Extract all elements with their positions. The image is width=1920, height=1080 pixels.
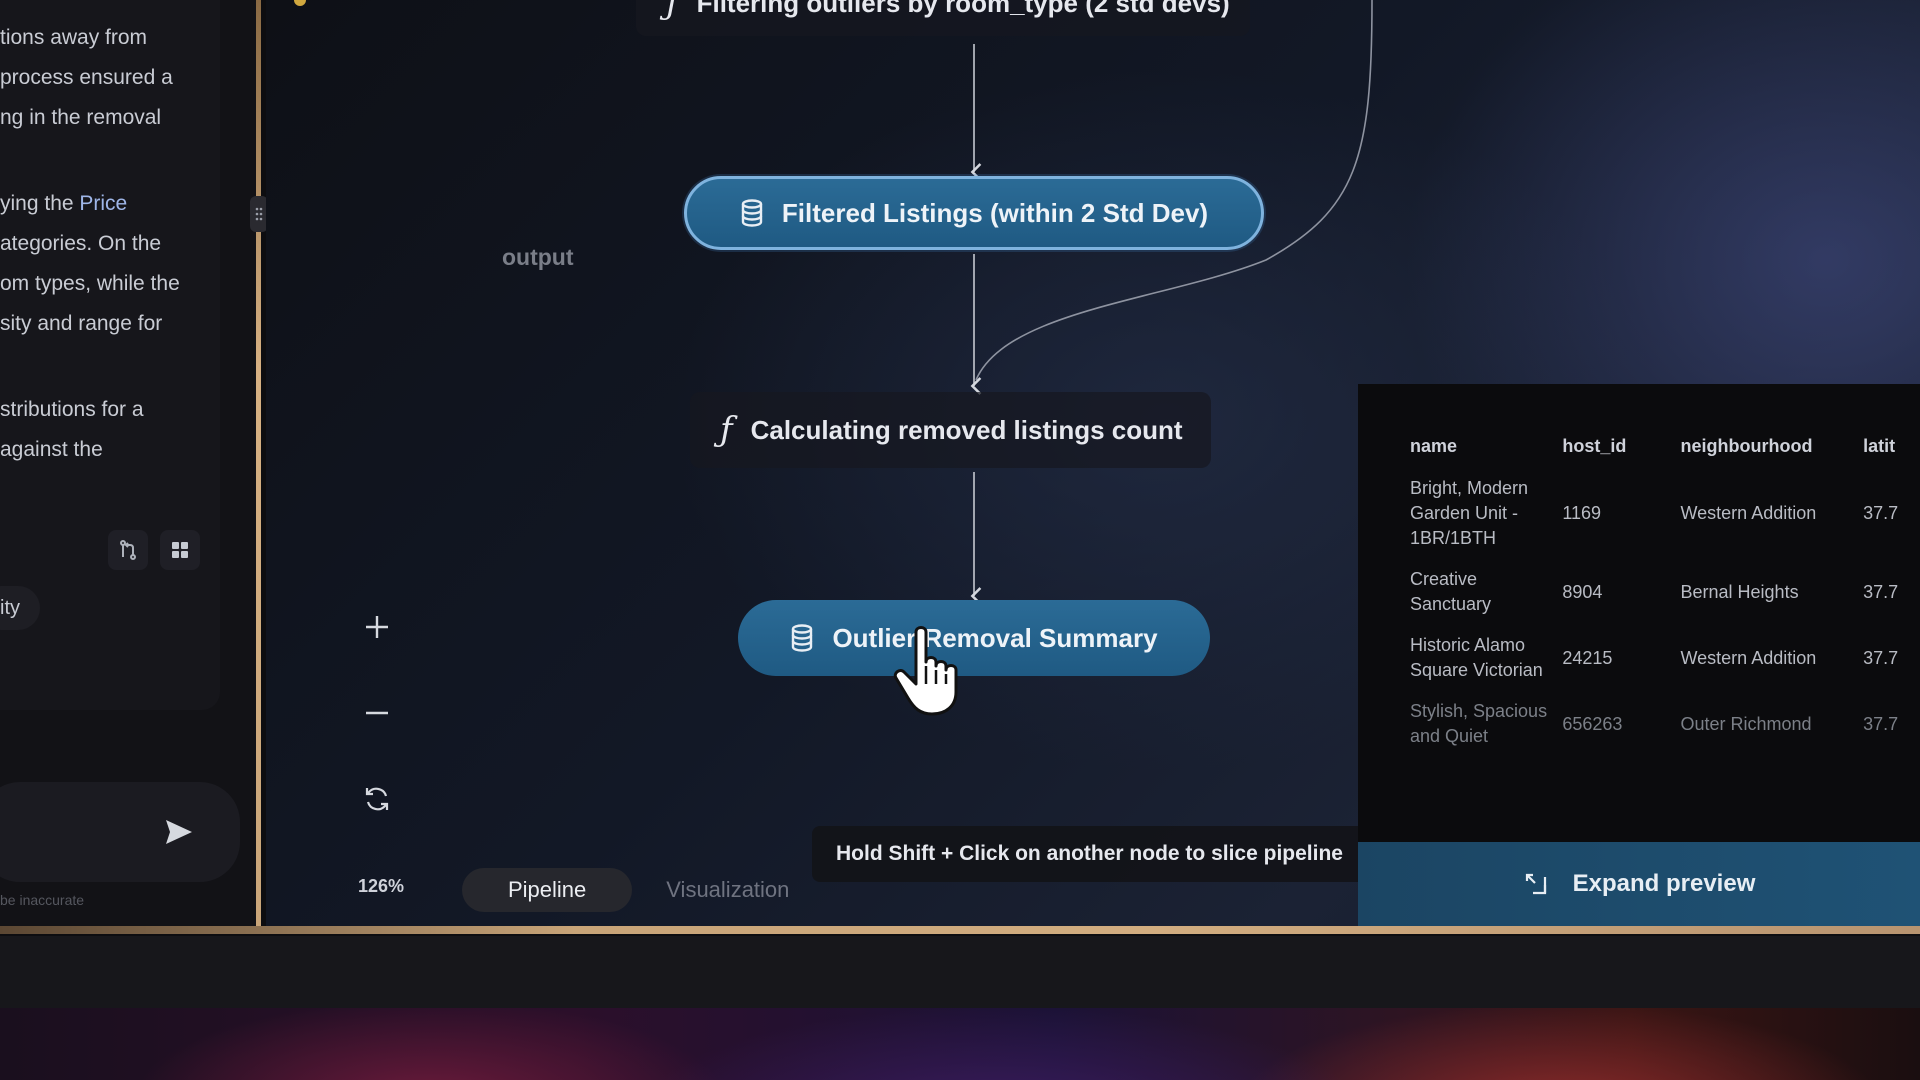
chat-line: ng in the removal (0, 106, 162, 129)
cell-name: Historic Alamo Square Victorian (1410, 635, 1543, 680)
database-icon (741, 199, 763, 227)
disclaimer-text: be inaccurate (0, 892, 85, 908)
column-header-latitude[interactable]: latit (1863, 424, 1920, 468)
view-tabs: Pipeline Visualization (462, 868, 799, 912)
data-node-outlier-summary[interactable]: Outlier Removal Summary (738, 600, 1210, 676)
tab-visualization[interactable]: Visualization (656, 868, 799, 912)
send-icon[interactable] (160, 814, 196, 850)
cell-name: Stylish, Spacious and Quiet (1410, 701, 1548, 746)
cell-host-id: 8904 (1562, 581, 1603, 602)
cell-neighbourhood: Western Addition (1680, 647, 1817, 668)
column-header-host-id[interactable]: host_id (1562, 424, 1680, 468)
cell-latitude: 37.7 (1863, 647, 1899, 668)
app-window: tions away from process ensured a ng in … (0, 0, 1920, 936)
tab-pipeline[interactable]: Pipeline (462, 868, 633, 912)
chat-line: against the (0, 438, 103, 461)
desktop-wallpaper (0, 1008, 1920, 1080)
chat-line: stributions for a (0, 398, 144, 421)
zoom-level: 126% (358, 876, 405, 896)
chat-line: process ensured a (0, 66, 173, 89)
chat-panel: tions away from process ensured a ng in … (0, 0, 256, 926)
window-frame-border (0, 926, 1920, 934)
chat-actions (108, 530, 200, 570)
data-node-filtered-listings[interactable]: Filtered Listings (within 2 Std Dev) (684, 176, 1264, 250)
table-row: Bright, Modern Garden Unit - 1BR/1BTH 11… (1410, 468, 1920, 559)
branch-icon (120, 540, 136, 560)
slice-hint-tooltip: Hold Shift + Click on another node to sl… (812, 826, 1367, 882)
preview-table: name host_id neighbourhood latit Bright,… (1410, 424, 1920, 757)
output-label: output (502, 244, 574, 270)
expand-icon (1525, 873, 1546, 895)
node-label: Calculating removed listings count (750, 414, 1183, 445)
column-header-name[interactable]: name (1410, 424, 1562, 468)
node-label: Outlier Removal Summary (832, 622, 1158, 653)
cell-host-id: 24215 (1562, 647, 1613, 668)
cell-host-id: 1169 (1562, 503, 1602, 523)
expand-preview-label: Expand preview (1572, 870, 1756, 897)
cell-latitude: 37.7 (1863, 581, 1899, 602)
table-row: Historic Alamo Square Victorian 24215 We… (1410, 625, 1920, 691)
cell-neighbourhood: Bernal Heights (1680, 581, 1799, 602)
chat-line: om types, while the (0, 272, 180, 295)
node-label: Filtering outliers by room_type (2 std d… (696, 0, 1230, 18)
cell-neighbourhood: Western Addition (1680, 503, 1817, 523)
hand-cursor-icon (893, 626, 958, 716)
chat-line: ying the Price (0, 184, 215, 224)
column-header-neighbourhood[interactable]: neighbourhood (1681, 424, 1864, 468)
database-icon (792, 624, 813, 652)
suggestion-chip[interactable]: ity (0, 586, 40, 630)
cell-name: Creative Sanctuary (1410, 569, 1492, 614)
chat-input[interactable] (0, 782, 240, 882)
node-label: Filtered Listings (within 2 Std Dev) (781, 197, 1209, 228)
chat-message: tions away from process ensured a ng in … (0, 0, 220, 710)
table-header-row: name host_id neighbourhood latit (1410, 424, 1920, 468)
data-preview-panel: name host_id neighbourhood latit Bright,… (1358, 384, 1920, 842)
cell-host-id: 656263 (1562, 713, 1623, 734)
chat-message-text: tions away from process ensured a ng in … (0, 18, 215, 470)
expand-preview-button[interactable]: Expand preview (1358, 842, 1920, 926)
dock-area (0, 936, 1920, 1008)
cell-latitude: 37.7 (1863, 503, 1899, 523)
chat-line: ategories. On the (0, 232, 162, 255)
chat-line: tions away from (0, 26, 148, 49)
function-node-calculating[interactable]: ƒ Calculating removed listings count (690, 392, 1211, 468)
panel-divider (256, 0, 261, 930)
function-icon: ƒ (666, 0, 679, 23)
cell-name: Bright, Modern Garden Unit - 1BR/1BTH (1410, 478, 1529, 548)
chat-highlight: Price (79, 192, 128, 215)
chat-line: sity and range for (0, 312, 163, 335)
cell-latitude: 37.7 (1863, 713, 1899, 734)
grid-icon (172, 542, 188, 558)
table-row: Creative Sanctuary 8904 Bernal Heights 3… (1410, 559, 1920, 625)
function-node-filtering[interactable]: ƒ Filtering outliers by room_type (2 std… (636, 0, 1250, 36)
branch-button[interactable] (108, 530, 148, 570)
zoom-out-icon[interactable] (362, 698, 392, 728)
chat-text-fragment: ying the (0, 192, 80, 215)
table-row: Stylish, Spacious and Quiet 656263 Outer… (1410, 691, 1920, 757)
refresh-icon[interactable] (362, 784, 392, 814)
grid-view-button[interactable] (160, 530, 200, 570)
cell-neighbourhood: Outer Richmond (1680, 713, 1812, 734)
zoom-in-icon[interactable] (362, 612, 392, 642)
function-icon: ƒ (720, 410, 733, 450)
